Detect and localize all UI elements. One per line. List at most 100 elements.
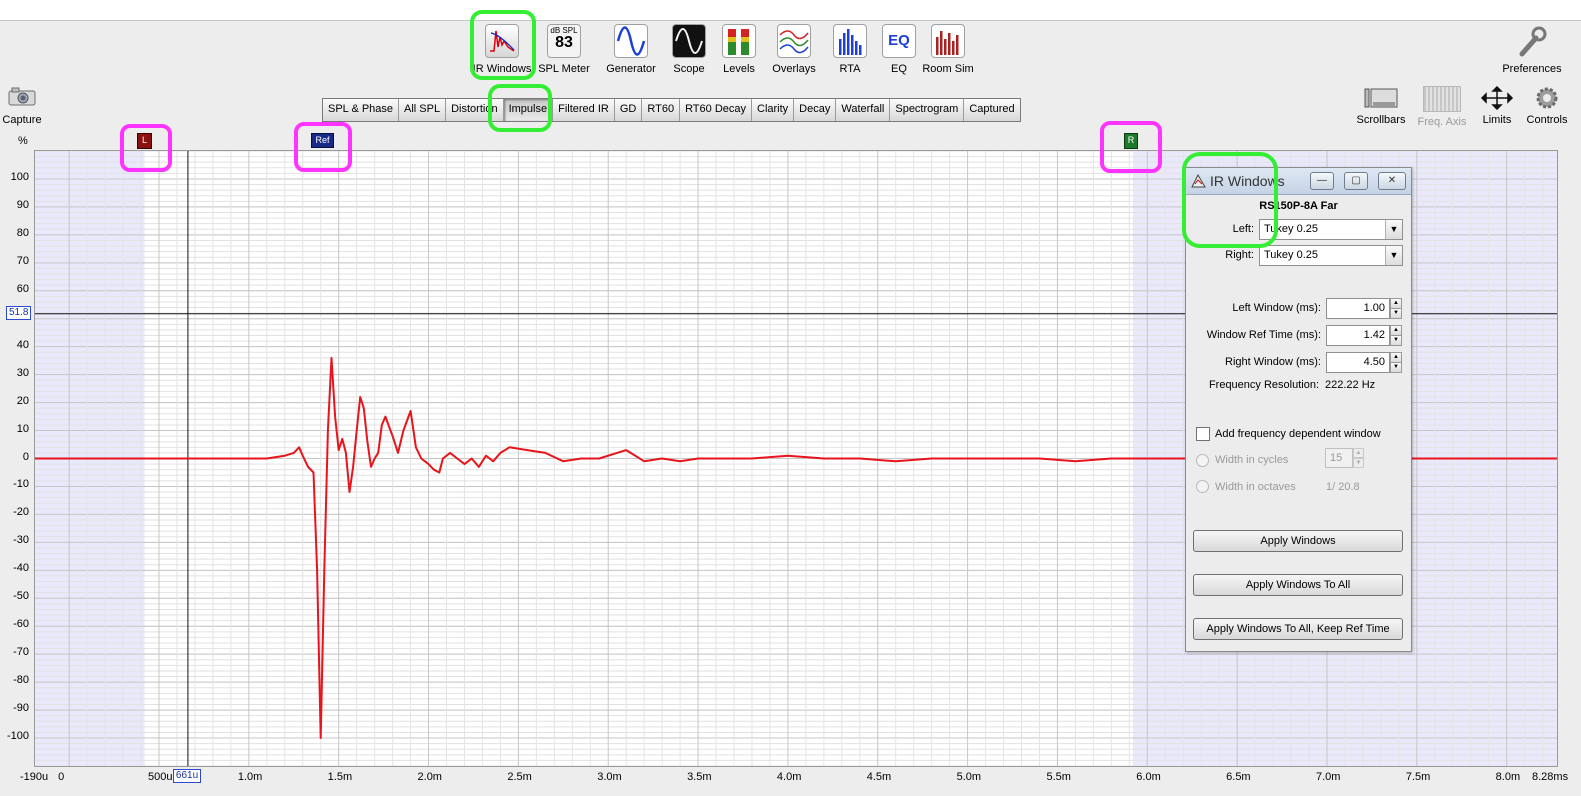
tool-spl-meter[interactable]: dB SPL 83 SPL Meter	[531, 24, 597, 75]
width-octaves-radio[interactable]	[1196, 480, 1209, 493]
y-tick-label: -80	[13, 674, 29, 687]
tab-waterfall[interactable]: Waterfall	[836, 99, 891, 121]
y-tick-label: -70	[13, 646, 29, 659]
maximize-button[interactable]: ▢	[1344, 172, 1368, 190]
close-button[interactable]: ✕	[1378, 172, 1406, 190]
preferences-label: Preferences	[1502, 63, 1562, 75]
y-tick-label: -20	[13, 506, 29, 519]
x-tick-label: 7.0m	[1315, 771, 1341, 783]
x-tick-label: 6.0m	[1136, 771, 1161, 783]
freq-resolution-label: Frequency Resolution:	[1208, 379, 1319, 391]
width-cycles-value: 15	[1330, 452, 1343, 464]
tab-clarity[interactable]: Clarity	[752, 99, 795, 121]
y-tick-label: -10	[13, 478, 29, 491]
right-window-type-value: Tukey 0.25	[1264, 249, 1319, 261]
tab-spl-phase[interactable]: SPL & Phase	[323, 99, 400, 121]
tab-rt60[interactable]: RT60	[642, 99, 681, 121]
apply-windows-to-all-keep-ref-button[interactable]: Apply Windows To All, Keep Ref Time	[1193, 618, 1403, 640]
spin-down-icon[interactable]: ▼	[1390, 362, 1402, 373]
left-window-ms-input[interactable]: 1.00 ▲ ▼	[1326, 298, 1402, 319]
tab-rt60-decay[interactable]: RT60 Decay	[680, 99, 752, 121]
highlight-dialog-title	[1182, 152, 1278, 248]
cursor-x-readout: 661u	[172, 769, 202, 783]
x-tick-label: 2.0m	[417, 771, 442, 783]
controls-label: Controls	[1526, 114, 1568, 126]
tool-label: Room Sim	[922, 63, 974, 75]
controls-button[interactable]: Controls	[1524, 86, 1570, 126]
y-tick-label: 80	[16, 226, 29, 239]
spin-down-icon[interactable]: ▼	[1390, 308, 1402, 319]
tab-captured[interactable]: Captured	[964, 99, 1020, 121]
x-tick-label: 8.0m	[1495, 771, 1521, 783]
rta-icon	[833, 24, 867, 58]
tab-all-spl[interactable]: All SPL	[399, 99, 447, 121]
ref-time-ms-value: 1.42	[1363, 329, 1385, 341]
right-window-ms-input[interactable]: 4.50 ▲ ▼	[1326, 352, 1402, 373]
highlight-impulse-tab	[488, 84, 552, 132]
y-tick-label: 100	[10, 170, 29, 183]
y-unit-label: %	[18, 135, 28, 147]
spin-down-icon: ▼	[1353, 458, 1364, 468]
scrollbars-icon	[1363, 86, 1399, 110]
spl-meter-icon: dB SPL 83	[547, 24, 581, 58]
scrollbars-button[interactable]: Scrollbars	[1356, 86, 1406, 126]
minimize-button[interactable]: —	[1310, 172, 1334, 190]
scrollbars-label: Scrollbars	[1356, 114, 1406, 126]
x-tick-label: 8.28ms	[1532, 771, 1569, 783]
generator-icon	[614, 24, 648, 58]
tab-filtered-ir[interactable]: Filtered IR	[553, 99, 615, 121]
x-tick-label: 2.5m	[507, 771, 532, 783]
levels-icon	[722, 24, 756, 58]
freq-axis-button[interactable]: Freq. Axis	[1414, 86, 1470, 128]
right-window-ms-value: 4.50	[1363, 356, 1385, 368]
y-tick-label: 60	[16, 282, 29, 295]
left-window-type-select[interactable]: Tukey 0.25 ▼	[1259, 219, 1403, 240]
tool-label: Generator	[606, 63, 656, 75]
right-window-type-select[interactable]: Tukey 0.25 ▼	[1259, 245, 1403, 266]
gear-icon	[1534, 86, 1560, 110]
x-tick-label: 500u	[147, 771, 173, 783]
tool-label: SPL Meter	[538, 63, 590, 75]
tab-decay[interactable]: Decay	[794, 99, 837, 121]
width-cycles-input[interactable]: 15 ▲ ▼	[1325, 448, 1364, 468]
chevron-down-icon: ▼	[1385, 220, 1402, 239]
wrench-icon	[1516, 24, 1548, 58]
scope-icon	[672, 24, 706, 58]
limits-button[interactable]: Limits	[1476, 85, 1518, 126]
y-tick-label: 0	[22, 450, 29, 463]
x-tick-label: 7.5m	[1405, 771, 1431, 783]
eq-text: EQ	[888, 32, 910, 49]
x-tick-label: 4.5m	[866, 771, 892, 783]
highlight-ref-marker	[294, 122, 352, 172]
tool-generator[interactable]: Generator	[598, 24, 664, 75]
x-tick-label: 5.0m	[956, 771, 982, 783]
capture-button[interactable]: Capture	[2, 86, 42, 126]
highlight-right-marker	[1100, 121, 1162, 173]
tab-spectrogram[interactable]: Spectrogram	[890, 99, 965, 121]
freq-axis-icon	[1423, 86, 1461, 112]
ref-time-ms-label: Window Ref Time (ms):	[1206, 329, 1321, 341]
spl-value: 83	[555, 34, 573, 51]
y-tick-label: -30	[13, 534, 29, 547]
x-tick-label: 4.0m	[776, 771, 802, 783]
y-tick-label: -60	[13, 618, 29, 631]
spin-down-icon[interactable]: ▼	[1390, 335, 1402, 346]
apply-windows-to-all-button[interactable]: Apply Windows To All	[1193, 574, 1403, 596]
x-tick-label: 1.0m	[237, 771, 263, 783]
apply-windows-button[interactable]: Apply Windows	[1193, 530, 1403, 552]
x-tick-label: 1.5m	[327, 771, 353, 783]
tab-gd[interactable]: GD	[614, 99, 643, 121]
right-window-type-label: Right:	[1225, 249, 1254, 261]
tool-room-sim[interactable]: Room Sim	[915, 24, 981, 75]
fdw-checkbox[interactable]	[1196, 427, 1210, 441]
freq-axis-label: Freq. Axis	[1417, 116, 1467, 128]
freq-resolution-value: 222.22 Hz	[1325, 379, 1376, 391]
width-octaves-label: Width in octaves	[1215, 481, 1296, 493]
y-tick-label: 20	[16, 394, 29, 407]
x-tick-label: 6.5m	[1226, 771, 1251, 783]
x-tick-label: 3.0m	[597, 771, 622, 783]
preferences-button[interactable]: Preferences	[1498, 24, 1566, 75]
width-cycles-radio[interactable]	[1196, 454, 1209, 467]
left-window-ms-label: Left Window (ms):	[1232, 302, 1321, 314]
ref-time-ms-input[interactable]: 1.42 ▲ ▼	[1326, 325, 1402, 346]
